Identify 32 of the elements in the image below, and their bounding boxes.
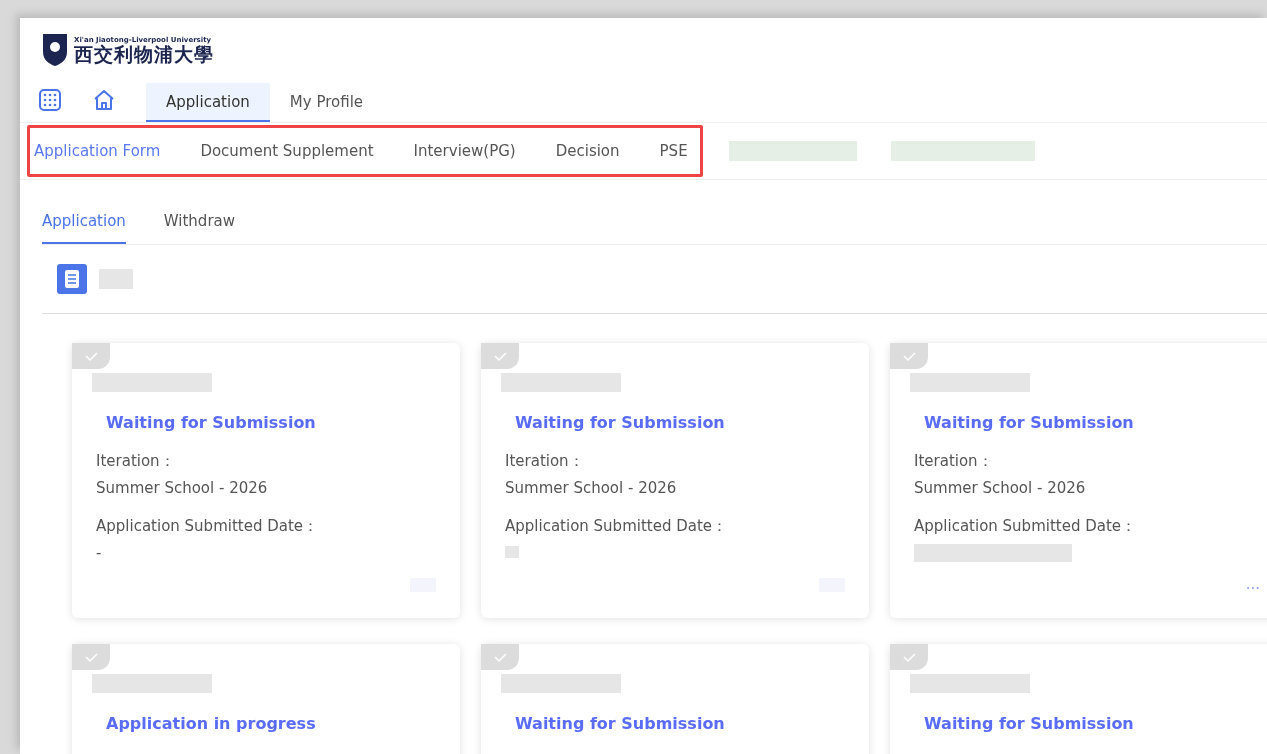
application-card[interactable]: Waiting for Submission <box>890 644 1267 754</box>
iteration-label: Iteration： <box>96 452 176 471</box>
application-card[interactable]: Waiting for Submission Iteration： Summer School - 2026 Application Submitted Date： <box>481 343 869 618</box>
application-status: Waiting for Submission <box>924 413 1135 432</box>
application-card[interactable]: Waiting for Submission Iteration： Summer School - 2026 Application Submitted Date： ··· <box>890 343 1267 618</box>
submitted-date-label: Application Submitted Date： <box>96 517 320 536</box>
nav-tab[interactable]: Application <box>146 83 270 122</box>
nav-tab[interactable]: My Profile <box>269 83 384 122</box>
application-status: Waiting for Submission <box>924 714 1135 733</box>
submitted-date-label: Application Submitted Date： <box>914 517 1138 536</box>
university-name-chinese: 西交利物浦大學 <box>74 43 214 65</box>
section-tab[interactable]: Withdraw <box>163 212 236 244</box>
section-tab[interactable]: Application <box>42 212 126 244</box>
iteration-label: Iteration： <box>914 452 994 471</box>
application-card[interactable]: Application in progress <box>72 644 460 754</box>
application-status: Waiting for Submission <box>515 413 726 432</box>
application-card[interactable]: Waiting for Submission Iteration： Summer School - 2026 Application Submitted Date： - <box>72 343 460 618</box>
sub-nav-tab[interactable]: Application Form <box>34 142 161 160</box>
iteration-value: Summer School - 2026 <box>914 479 1087 497</box>
application-status: Waiting for Submission <box>515 714 726 733</box>
application-status: Waiting for Submission <box>106 413 317 432</box>
iteration-value: Summer School - 2026 <box>505 479 678 497</box>
iteration-value: Summer School - 2026 <box>96 479 269 497</box>
sub-nav-tab[interactable]: Interview(PG) <box>413 142 516 160</box>
application-card[interactable]: Waiting for Submission <box>481 644 869 754</box>
submitted-date-label: Application Submitted Date： <box>505 517 729 536</box>
sub-nav-tab[interactable]: Decision <box>555 142 620 160</box>
sub-nav-tab[interactable]: Document Supplement <box>200 142 374 160</box>
iteration-label: Iteration： <box>505 452 585 471</box>
submitted-date-value: - <box>96 544 103 562</box>
sub-nav-tab[interactable]: PSE <box>659 142 688 160</box>
application-status: Application in progress <box>106 714 317 733</box>
